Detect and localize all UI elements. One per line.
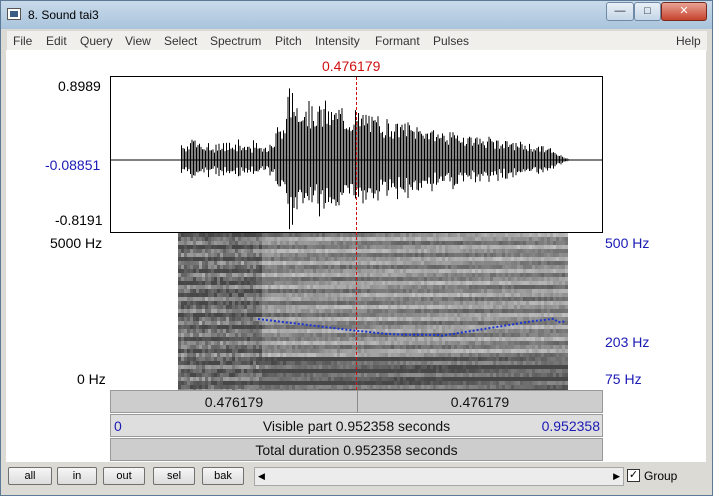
waveform-zero-label: -0.08851: [45, 157, 101, 173]
group-label: Group: [644, 469, 678, 483]
window-title: 8. Sound tai3: [28, 8, 99, 22]
waveform-view[interactable]: [110, 76, 603, 233]
menu-edit[interactable]: Edit: [46, 34, 67, 48]
visible-part-label: Visible part 0.952358 seconds: [262, 418, 451, 434]
selection-timebar[interactable]: 0.476179 0.476179: [110, 390, 603, 413]
group-checkbox[interactable]: ✓: [627, 469, 640, 482]
cursor-time-label: 0.476179: [322, 58, 381, 74]
menu-pitch[interactable]: Pitch: [275, 34, 302, 48]
menu-spectrum[interactable]: Spectrum: [210, 34, 261, 48]
scroll-right-arrow[interactable]: ▶: [613, 471, 620, 482]
visible-end-label: 0.952358: [541, 418, 600, 434]
spectrogram-bottom-freq-label: 0 Hz: [77, 371, 106, 387]
pitch-mid-label: 203 Hz: [605, 334, 650, 350]
minimize-button[interactable]: —: [606, 2, 634, 21]
menu-query[interactable]: Query: [80, 34, 113, 48]
waveform-min-label: -0.8191: [55, 212, 103, 228]
zoom-all-button[interactable]: all: [8, 467, 52, 485]
menu-intensity[interactable]: Intensity: [315, 34, 360, 48]
scroll-left-arrow[interactable]: ◀: [258, 471, 265, 482]
pitch-top-label: 500 Hz: [605, 235, 650, 251]
close-button[interactable]: ✕: [661, 2, 707, 21]
zoom-sel-button[interactable]: sel: [153, 467, 195, 485]
total-duration-bar[interactable]: Total duration 0.952358 seconds: [110, 438, 603, 461]
menu-bar: File Edit Query View Select Spectrum Pit…: [7, 31, 707, 51]
menu-view[interactable]: View: [125, 34, 151, 48]
menu-formant[interactable]: Formant: [375, 34, 420, 48]
waveform-max-label: 0.8989: [58, 78, 101, 94]
time-scrollbar[interactable]: ◀ ▶: [254, 467, 624, 486]
spectrogram-plot: [178, 233, 568, 390]
menu-pulses[interactable]: Pulses: [433, 34, 469, 48]
spectrogram-top-freq-label: 5000 Hz: [50, 235, 103, 251]
total-duration-label: Total duration 0.952358 seconds: [255, 442, 458, 458]
waveform-plot: [111, 88, 602, 230]
bottom-toolbar: all in out sel bak ◀ ▶ ✓ Group: [6, 462, 706, 492]
praat-app-icon: [7, 8, 21, 20]
visible-part-bar[interactable]: 0 Visible part 0.952358 seconds 0.952358: [110, 414, 603, 437]
pitch-bottom-label: 75 Hz: [605, 371, 642, 387]
menu-help[interactable]: Help: [676, 34, 701, 48]
title-bar: 8. Sound tai3 — □ ✕: [1, 1, 712, 29]
timebar-right-value[interactable]: 0.476179: [358, 394, 602, 410]
zoom-back-button[interactable]: bak: [202, 467, 244, 485]
menu-select[interactable]: Select: [164, 34, 197, 48]
timebar-left-value[interactable]: 0.476179: [111, 394, 357, 410]
menu-file[interactable]: File: [13, 34, 32, 48]
maximize-button[interactable]: □: [634, 2, 661, 21]
waveform-trace: [111, 88, 602, 230]
zoom-in-button[interactable]: in: [57, 467, 97, 485]
spectrogram-texture: [178, 233, 568, 390]
spectrogram-view[interactable]: [110, 233, 603, 390]
zoom-out-button[interactable]: out: [103, 467, 145, 485]
